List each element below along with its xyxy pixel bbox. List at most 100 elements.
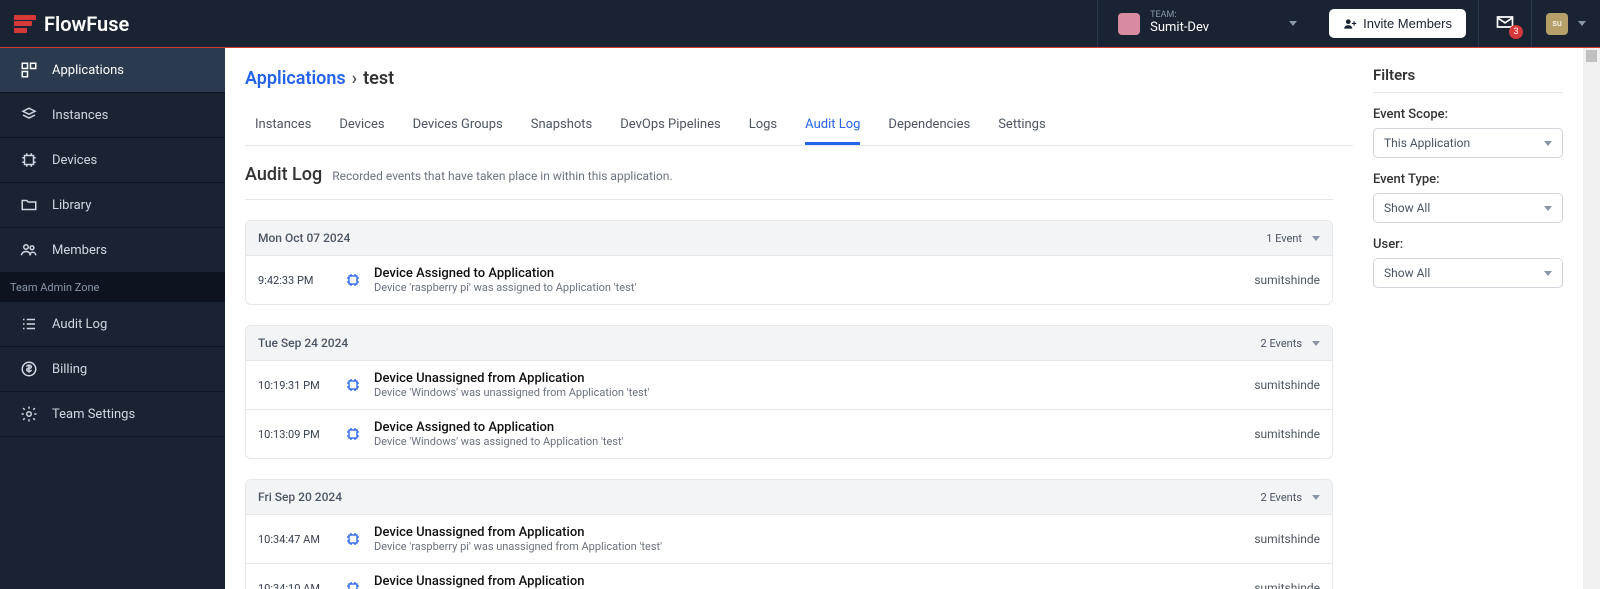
filters-panel: Filters Event Scope: This Application Ev…	[1353, 48, 1583, 589]
user-plus-icon	[1343, 17, 1357, 31]
tab-dependencies[interactable]: Dependencies	[888, 107, 970, 145]
folder-icon	[20, 196, 38, 214]
sidebar-item-team-settings[interactable]: Team Settings	[0, 392, 225, 437]
breadcrumb-current: test	[363, 68, 394, 89]
breadcrumb: Applications › test	[245, 68, 1353, 89]
invite-label: Invite Members	[1363, 16, 1452, 31]
event-title: Device Unassigned from Application	[374, 574, 1254, 589]
day-count: 2 Events	[1261, 337, 1302, 350]
chevron-down-icon	[1544, 141, 1552, 146]
event-title: Device Assigned to Application	[374, 420, 1254, 435]
members-icon	[20, 241, 38, 259]
day-date: Mon Oct 07 2024	[258, 231, 1266, 245]
event-user: sumitshinde	[1254, 427, 1320, 441]
day-date: Tue Sep 24 2024	[258, 336, 1261, 350]
filter-scope-value: This Application	[1384, 136, 1470, 150]
chip-icon	[338, 531, 368, 547]
day-count: 2 Events	[1261, 491, 1302, 504]
logo-icon	[14, 15, 36, 33]
content: Applications › test Instances Devices Devi…	[225, 48, 1353, 589]
logo[interactable]: FlowFuse	[0, 12, 143, 36]
team-selector[interactable]: TEAM: Sumit-Dev	[1097, 0, 1317, 47]
sidebar-item-audit-log[interactable]: Audit Log	[0, 302, 225, 347]
chip-icon	[338, 580, 368, 589]
tab-devices[interactable]: Devices	[339, 107, 384, 145]
team-name: Sumit-Dev	[1150, 21, 1209, 35]
day-header[interactable]: Mon Oct 07 20241 Event	[246, 221, 1332, 256]
tab-logs[interactable]: Logs	[749, 107, 777, 145]
event-time: 10:13:09 PM	[258, 428, 338, 441]
section-desc: Recorded events that have taken place in…	[332, 169, 672, 183]
filter-type-label: Event Type:	[1373, 172, 1563, 187]
tab-snapshots[interactable]: Snapshots	[531, 107, 593, 145]
day-group: Fri Sep 20 20242 Events 10:34:47 AM Device…	[245, 479, 1333, 589]
event-user: sumitshinde	[1254, 273, 1320, 287]
chevron-down-icon	[1289, 21, 1297, 26]
admin-zone-label: Team Admin Zone	[0, 273, 225, 302]
event-desc: Device 'Windows' was assigned to Applica…	[374, 435, 1254, 448]
event-time: 9:42:33 PM	[258, 274, 338, 287]
chevron-down-icon	[1312, 495, 1320, 500]
devices-icon	[20, 151, 38, 169]
list-icon	[20, 315, 38, 333]
event-time: 10:34:47 AM	[258, 533, 338, 546]
event-title: Device Unassigned from Application	[374, 371, 1254, 386]
chevron-down-icon	[1578, 21, 1586, 26]
chevron-right-icon: ›	[352, 68, 357, 89]
sidebar-item-label: Instances	[52, 108, 108, 123]
filter-scope-label: Event Scope:	[1373, 107, 1563, 122]
breadcrumb-root[interactable]: Applications	[245, 68, 346, 89]
tab-instances[interactable]: Instances	[255, 107, 311, 145]
filter-user-select[interactable]: Show All	[1373, 258, 1563, 288]
user-menu[interactable]: su	[1531, 0, 1600, 47]
filter-user-label: User:	[1373, 237, 1563, 252]
sidebar-item-applications[interactable]: Applications	[0, 48, 225, 93]
chevron-down-icon	[1544, 206, 1552, 211]
notification-badge: 3	[1509, 25, 1523, 39]
invite-members-button[interactable]: Invite Members	[1329, 9, 1466, 38]
tabs: Instances Devices Devices Groups Snapshots D…	[245, 107, 1353, 146]
tab-devops-pipelines[interactable]: DevOps Pipelines	[620, 107, 720, 145]
sidebar-item-label: Members	[52, 243, 107, 258]
apps-icon	[20, 61, 38, 79]
tab-audit-log[interactable]: Audit Log	[805, 107, 860, 145]
topbar: FlowFuse TEAM: Sumit-Dev Invite Members …	[0, 0, 1600, 48]
sidebar-item-members[interactable]: Members	[0, 228, 225, 273]
sidebar-item-instances[interactable]: Instances	[0, 93, 225, 138]
scrollbar[interactable]	[1583, 48, 1600, 589]
event-row: 10:13:09 PM Device Assigned to Applicatio…	[246, 410, 1332, 458]
chip-icon	[338, 426, 368, 442]
section-header: Audit Log Recorded events that have take…	[245, 146, 1333, 200]
user-avatar: su	[1546, 13, 1568, 35]
filter-type-value: Show All	[1384, 201, 1430, 215]
day-header[interactable]: Fri Sep 20 20242 Events	[246, 480, 1332, 515]
instances-icon	[20, 106, 38, 124]
event-title: Device Unassigned from Application	[374, 525, 1254, 540]
chevron-down-icon	[1312, 341, 1320, 346]
filter-type-select[interactable]: Show All	[1373, 193, 1563, 223]
gear-icon	[20, 405, 38, 423]
sidebar-item-devices[interactable]: Devices	[0, 138, 225, 183]
tab-devices-groups[interactable]: Devices Groups	[413, 107, 503, 145]
sidebar-item-library[interactable]: Library	[0, 183, 225, 228]
sidebar-item-label: Audit Log	[52, 317, 107, 332]
chip-icon	[338, 377, 368, 393]
sidebar: Applications Instances Devices Library M…	[0, 48, 225, 589]
dollar-icon	[20, 360, 38, 378]
section-title: Audit Log	[245, 164, 322, 185]
sidebar-item-label: Applications	[52, 63, 124, 78]
event-user: sumitshinde	[1254, 378, 1320, 392]
event-time: 10:19:31 PM	[258, 379, 338, 392]
filter-user-value: Show All	[1384, 266, 1430, 280]
filter-scope-select[interactable]: This Application	[1373, 128, 1563, 158]
notifications-button[interactable]: 3	[1478, 0, 1531, 47]
sidebar-item-billing[interactable]: Billing	[0, 347, 225, 392]
event-desc: Device 'raspberry pi' was unassigned fro…	[374, 540, 1254, 553]
event-user: sumitshinde	[1254, 581, 1320, 589]
tab-settings[interactable]: Settings	[998, 107, 1045, 145]
day-header[interactable]: Tue Sep 24 20242 Events	[246, 326, 1332, 361]
team-avatar	[1118, 13, 1140, 35]
day-count: 1 Event	[1266, 232, 1302, 245]
sidebar-item-label: Library	[52, 198, 91, 213]
chip-icon	[338, 272, 368, 288]
